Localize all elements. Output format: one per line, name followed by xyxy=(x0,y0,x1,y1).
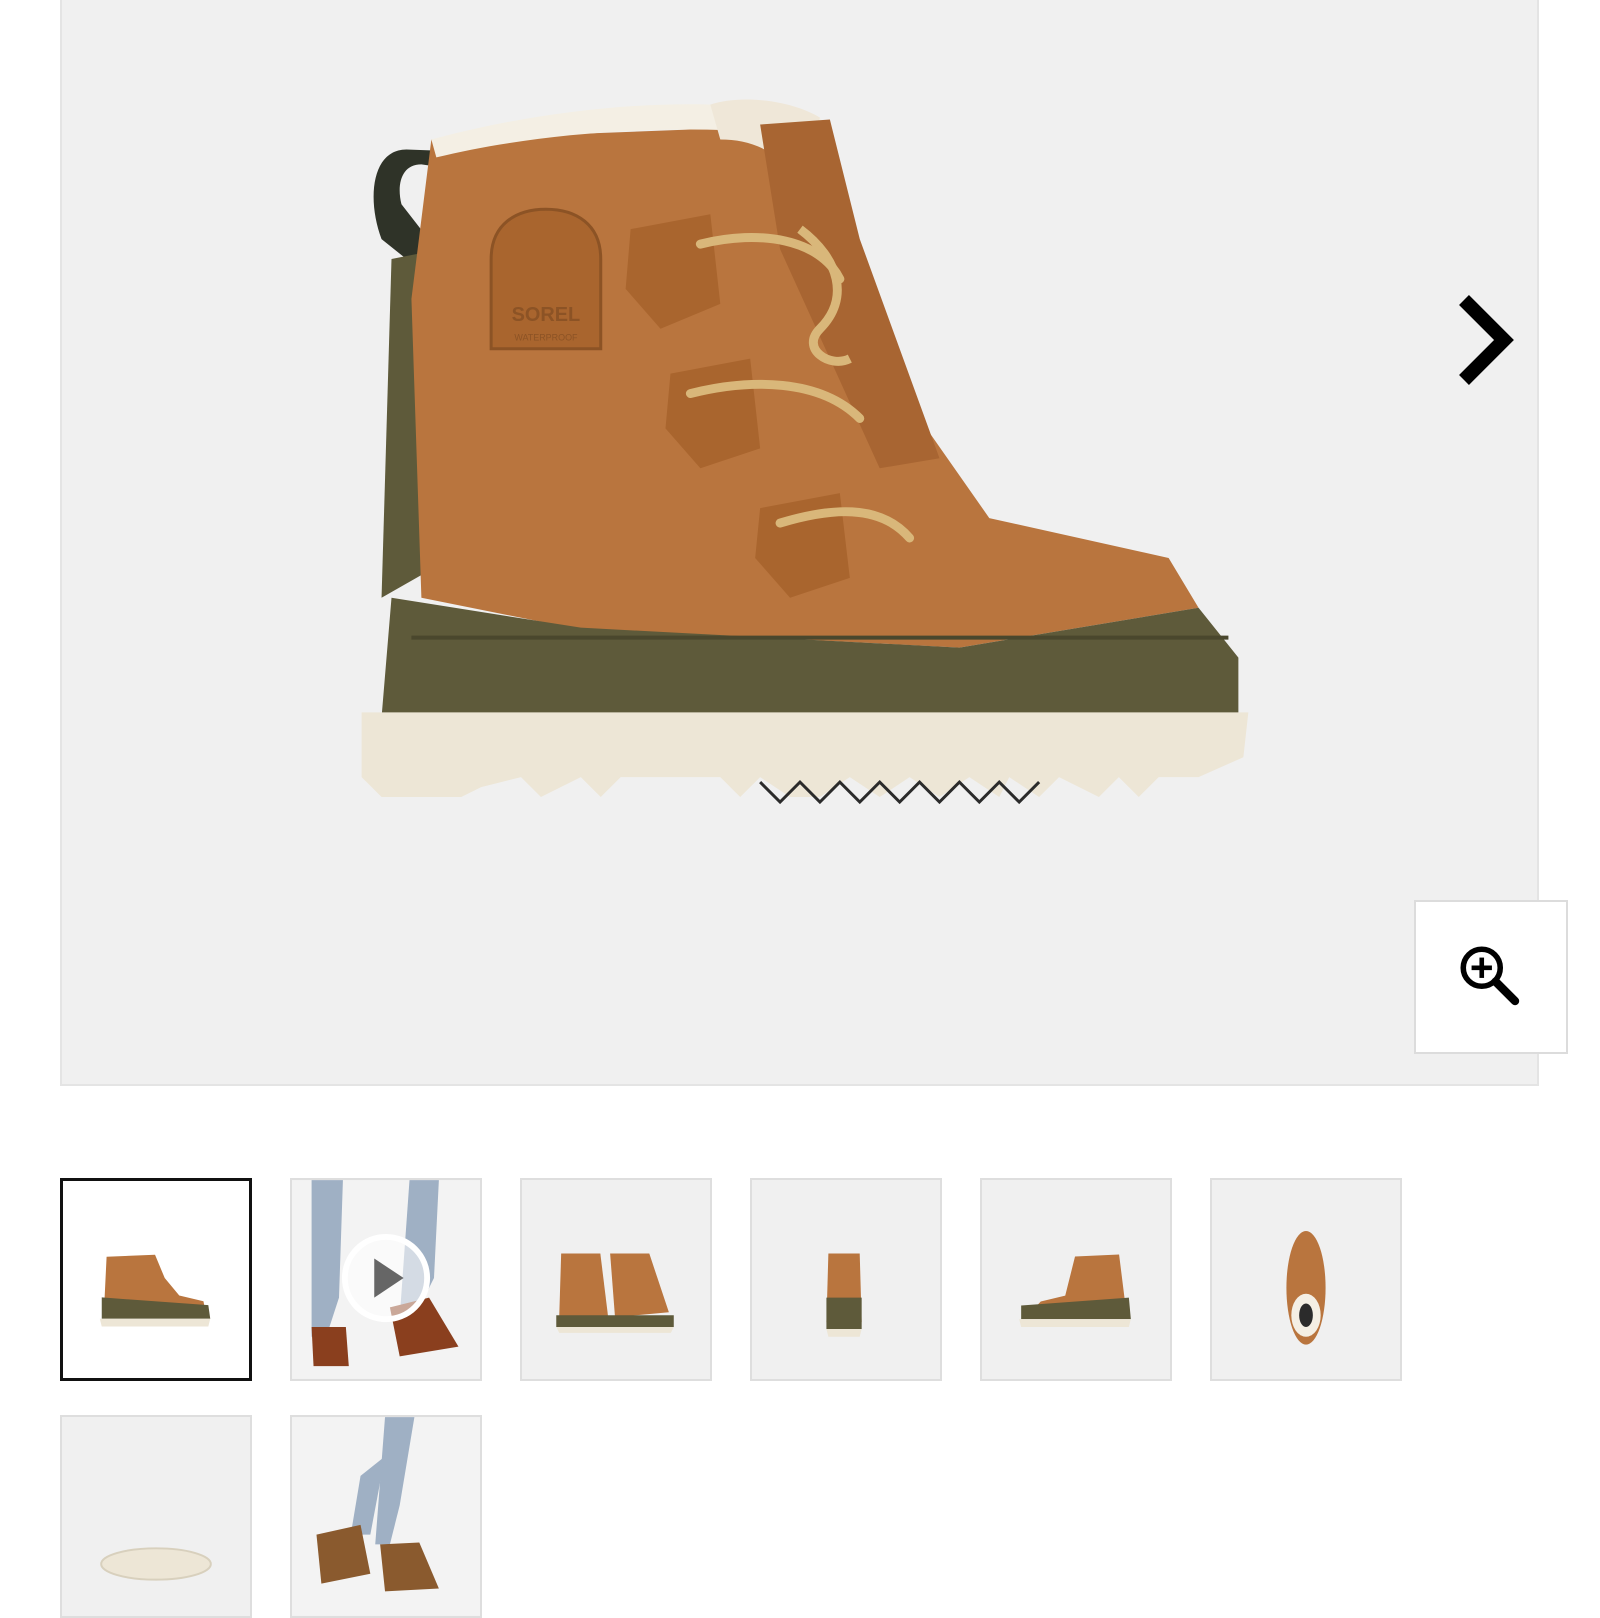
thumbnail-model-walking[interactable] xyxy=(290,1415,482,1618)
thumbnail-video[interactable] xyxy=(290,1178,482,1381)
boot-pair-thumbnail xyxy=(522,1180,710,1379)
boot-patch-text: WATERPROOF xyxy=(514,333,578,343)
boot-main-image: SOREL WATERPROOF xyxy=(361,99,1249,805)
thumbnail-pair-view[interactable] xyxy=(520,1178,712,1381)
thumbnail-top-view[interactable] xyxy=(1210,1178,1402,1381)
boot-inner-side-thumbnail xyxy=(982,1180,1170,1379)
thumbnail-sole-view[interactable] xyxy=(60,1415,252,1618)
boot-brand-text: SOREL xyxy=(512,304,581,326)
boot-back-thumbnail xyxy=(752,1180,940,1379)
play-icon xyxy=(374,1258,404,1298)
boot-top-thumbnail xyxy=(1212,1180,1400,1379)
thumbnail-strip xyxy=(60,1178,1540,1618)
zoom-button[interactable] xyxy=(1414,900,1568,1054)
model-walking-thumbnail xyxy=(292,1417,480,1616)
thumbnail-inner-side-view[interactable] xyxy=(980,1178,1172,1381)
boot-sole-thumbnail xyxy=(62,1417,250,1616)
zoom-in-icon xyxy=(1460,946,1520,1006)
thumbnail-side-view[interactable] xyxy=(60,1178,252,1381)
next-image-arrow[interactable] xyxy=(1450,290,1530,390)
main-image-viewer: SOREL WATERPROOF xyxy=(60,0,1568,1086)
thumbnail-back-view[interactable] xyxy=(750,1178,942,1381)
boot-side-thumbnail xyxy=(63,1181,249,1378)
chevron-right-icon xyxy=(1459,295,1514,385)
